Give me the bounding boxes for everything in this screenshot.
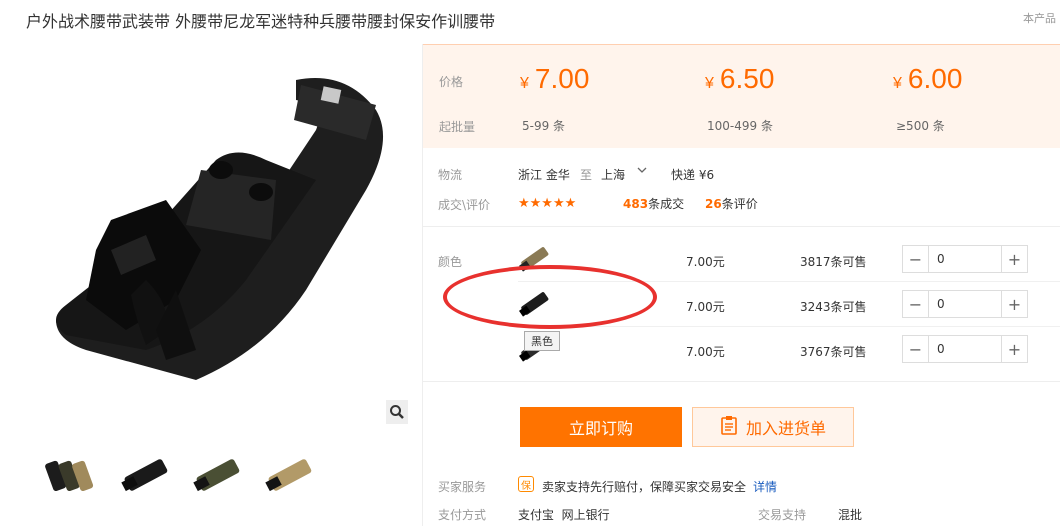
quantity-stepper-1: − + <box>902 245 1028 273</box>
magnifier-icon[interactable] <box>386 400 408 424</box>
quantity-stepper-2: − + <box>902 290 1028 318</box>
reviews-label: 成交\评价 <box>438 198 491 212</box>
minus-button[interactable]: − <box>903 336 929 362</box>
trade-support-value: 混批 <box>838 508 863 522</box>
plus-button[interactable]: + <box>1001 246 1027 272</box>
thumb-tan-belt[interactable] <box>260 446 316 502</box>
ship-to-word: 至 <box>580 168 593 182</box>
sku-stock-2: 3243条可售 <box>800 300 867 314</box>
logistics-label: 物流 <box>438 168 463 182</box>
service-detail-link[interactable]: 详情 <box>753 478 777 495</box>
order-now-button[interactable]: 立即订购 <box>520 407 682 447</box>
minus-button[interactable]: − <box>903 246 929 272</box>
range-tier-1: 5-99 条 <box>522 119 566 133</box>
section-divider <box>423 381 1060 382</box>
price-tier-2: ¥6.50 <box>705 63 775 94</box>
review-count[interactable]: 26条评价 <box>705 195 758 212</box>
plus-button[interactable]: + <box>1001 336 1027 362</box>
quantity-stepper-3: − + <box>902 335 1028 363</box>
corner-tag[interactable]: 本产品 <box>1023 10 1056 26</box>
ship-destination-select[interactable]: 上海 <box>601 166 625 183</box>
service-label: 买家服务 <box>438 480 487 494</box>
rating-stars-icon: ★★★★★ <box>518 196 577 211</box>
add-to-cart-button[interactable]: 加入进货单 <box>692 407 854 447</box>
quantity-input[interactable] <box>929 336 1001 362</box>
section-divider <box>423 226 1060 227</box>
product-title: 户外战术腰带武装带 外腰带尼龙军迷特种兵腰带腰封保安作训腰带 <box>26 12 496 31</box>
deals-count[interactable]: 483条成交 <box>623 195 684 212</box>
belt-image <box>56 78 384 380</box>
color-label: 颜色 <box>438 255 463 269</box>
color-tooltip: 黑色 <box>524 331 560 351</box>
main-product-image <box>26 50 410 430</box>
sku-price-1: 7.00元 <box>686 255 725 269</box>
range-tier-2: 100-499 条 <box>707 119 773 133</box>
payment-methods: 支付宝 网上银行 <box>518 508 610 522</box>
plus-button[interactable]: + <box>1001 291 1027 317</box>
sku-stock-1: 3817条可售 <box>800 255 867 269</box>
price-label: 价格 <box>439 75 464 89</box>
row-divider <box>518 326 1060 327</box>
guarantee-badge-icon: 保 <box>518 476 534 492</box>
thumb-black-belt[interactable] <box>116 446 172 502</box>
thumb-mixed-belts[interactable] <box>44 446 100 502</box>
price-tier-1: ¥7.00 <box>520 63 590 94</box>
annotation-circle <box>443 265 657 329</box>
sku-price-2: 7.00元 <box>686 300 725 314</box>
add-to-cart-label: 加入进货单 <box>745 419 826 438</box>
service-text: 卖家支持先行赔付，保障买家交易安全 <box>542 480 747 494</box>
quantity-input[interactable] <box>929 291 1001 317</box>
moq-label: 起批量 <box>439 120 476 134</box>
chevron-down-icon[interactable] <box>636 164 648 179</box>
range-tier-3: ≥500 条 <box>896 119 945 133</box>
thumb-green-belt[interactable] <box>188 446 244 502</box>
trade-support-label: 交易支持 <box>758 508 807 522</box>
ship-from: 浙江 金华 <box>518 168 570 182</box>
clipboard-icon <box>720 415 738 439</box>
sku-stock-3: 3767条可售 <box>800 345 867 359</box>
payment-label: 支付方式 <box>438 508 487 522</box>
sku-price-3: 7.00元 <box>686 345 725 359</box>
quantity-input[interactable] <box>929 246 1001 272</box>
price-tier-3: ¥6.00 <box>893 63 963 94</box>
price-panel: 价格 起批量 ¥7.00 ¥6.50 ¥6.00 5-99 条 100-499 … <box>423 44 1060 148</box>
shipping-fee: 快递 ¥6 <box>671 168 715 182</box>
thumbnail-strip <box>44 446 316 502</box>
minus-button[interactable]: − <box>903 291 929 317</box>
